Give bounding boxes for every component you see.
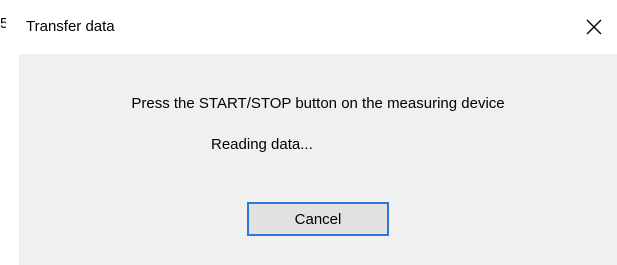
- title-bar[interactable]: Transfer data: [19, 0, 617, 54]
- cancel-button[interactable]: Cancel: [247, 202, 389, 236]
- transfer-dialog: Transfer data Press the START/STOP butto…: [19, 0, 617, 265]
- partial-glyph: 5: [0, 16, 6, 31]
- close-button[interactable]: [571, 0, 617, 54]
- dialog-content: Press the START/STOP button on the measu…: [19, 54, 617, 265]
- page: 5 Transfer data Press the START/STOP but…: [0, 0, 617, 265]
- status-text: Reading data...: [211, 136, 313, 153]
- instruction-message: Press the START/STOP button on the measu…: [131, 95, 505, 112]
- dialog-title: Transfer data: [26, 18, 115, 35]
- close-icon: [586, 19, 602, 35]
- cancel-button-label: Cancel: [294, 210, 342, 228]
